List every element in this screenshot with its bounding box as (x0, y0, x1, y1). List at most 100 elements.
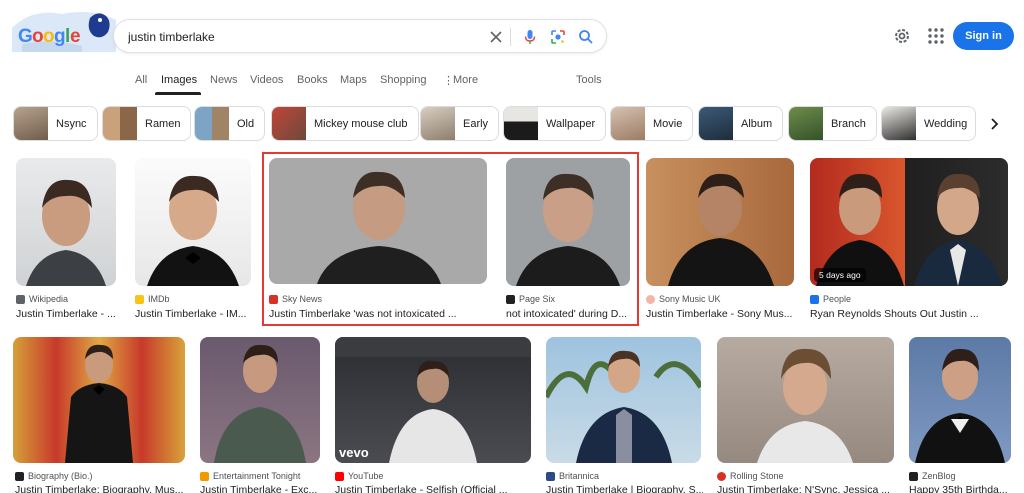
result-source: Wikipedia (16, 294, 68, 304)
chip-wedding[interactable]: Wedding (881, 106, 976, 141)
tab-videos[interactable]: Videos (250, 74, 283, 86)
sign-in-button[interactable]: Sign in (953, 22, 1014, 50)
google-doodle-logo[interactable]: G o o g l e (12, 8, 116, 52)
image-result[interactable]: Britannica Justin Timberlake | Biography… (546, 337, 703, 493)
chip-label: Nsync (56, 117, 87, 130)
result-thumbnail[interactable] (135, 158, 251, 286)
result-title[interactable]: Justin Timberlake - Selfish (Official ..… (335, 484, 531, 493)
tab-shopping[interactable]: Shopping (380, 74, 427, 86)
result-thumbnail[interactable] (717, 337, 894, 463)
result-title[interactable]: Justin Timberlake | Biography, S... (546, 484, 703, 493)
chip-wallpaper[interactable]: Wallpaper (503, 106, 607, 141)
result-source: Biography (Bio.) (15, 471, 93, 481)
biography-favicon-icon (15, 471, 24, 481)
search-input[interactable] (128, 28, 468, 46)
mic-icon[interactable] (519, 26, 541, 48)
chip-thumbnail (699, 107, 733, 140)
chip-movie[interactable]: Movie (610, 106, 694, 141)
result-thumbnail[interactable]: vevo (335, 337, 531, 463)
search-icon[interactable] (575, 26, 597, 48)
header: G o o g l e justin timberlake Sign in (0, 0, 1024, 72)
chip-early[interactable]: Early (420, 106, 500, 141)
result-title[interactable]: Ryan Reynolds Shouts Out Justin ... (810, 308, 1008, 320)
chip-label: Early (463, 117, 489, 130)
result-title[interactable]: Justin Timberlake: N'Sync, Jessica ... (717, 484, 894, 493)
image-result[interactable]: vevo YouTube Justin Timberlake - Selfish… (335, 337, 531, 493)
result-thumbnail[interactable] (546, 337, 701, 463)
tab-images[interactable]: Images (161, 74, 197, 86)
chip-thumbnail (789, 107, 823, 140)
result-thumbnail[interactable]: 5 days ago (810, 158, 1008, 286)
tab-all[interactable]: All (135, 74, 147, 86)
imdb-favicon-icon (135, 294, 144, 304)
zenblog-favicon-icon (909, 471, 918, 481)
tools-button[interactable]: Tools (576, 74, 602, 86)
highlight-box (262, 152, 639, 326)
result-title[interactable]: Justin Timberlake - IM... (135, 308, 251, 320)
image-result[interactable]: Wikipedia Justin Timberlake - ... (16, 158, 116, 323)
wikipedia-favicon-icon (16, 294, 25, 304)
chip-mickey-mouse-club[interactable]: Mickey mouse club (271, 106, 419, 141)
source-label: IMDb (148, 294, 170, 304)
search-box[interactable] (113, 19, 607, 53)
result-source: Rolling Stone (717, 471, 784, 481)
youtube-favicon-icon (335, 471, 344, 481)
chip-ramen[interactable]: Ramen (102, 106, 192, 141)
search-divider (510, 28, 511, 46)
image-result[interactable]: Sony Music UK Justin Timberlake - Sony M… (646, 158, 794, 323)
chip-label: Branch (831, 117, 866, 130)
result-title[interactable]: Justin Timberlake - Sony Mus... (646, 308, 796, 320)
chip-album[interactable]: Album (698, 106, 784, 141)
active-tab-indicator (155, 92, 201, 95)
tab-books[interactable]: Books (297, 74, 328, 86)
result-title[interactable]: Justin Timberlake: Biography, Mus... (15, 484, 187, 493)
image-result[interactable]: IMDb Justin Timberlake - IM... (135, 158, 251, 323)
image-result[interactable]: Rolling Stone Justin Timberlake: N'Sync,… (717, 337, 894, 493)
result-thumbnail[interactable] (13, 337, 185, 463)
chip-old[interactable]: Old (194, 106, 266, 141)
source-label: Entertainment Tonight (213, 471, 301, 481)
lens-icon[interactable] (547, 26, 569, 48)
result-source: Entertainment Tonight (200, 471, 300, 481)
chip-nsync[interactable]: Nsync (13, 106, 98, 141)
recency-badge: 5 days ago (814, 268, 866, 282)
clear-icon[interactable] (485, 26, 507, 48)
result-thumbnail[interactable] (646, 158, 794, 286)
chevron-right-icon[interactable] (985, 115, 1003, 133)
source-label: Britannica (559, 471, 600, 481)
apps-icon[interactable] (925, 25, 947, 47)
chip-label: Old (237, 117, 255, 130)
result-source: People (810, 294, 851, 304)
result-thumbnail[interactable] (16, 158, 116, 286)
chip-label: Wallpaper (546, 117, 596, 130)
chip-thumbnail (504, 107, 538, 140)
chip-branch[interactable]: Branch (788, 106, 877, 141)
tab-more[interactable]: More (453, 74, 478, 86)
result-title[interactable]: Justin Timberlake - Exc... (200, 484, 320, 493)
search-nav-tabs: All Images News Videos Books Maps Shoppi… (0, 70, 1024, 96)
image-result[interactable]: Entertainment Tonight Justin Timberlake … (200, 337, 320, 493)
result-title[interactable]: Happy 35th Birthda... (909, 484, 1013, 493)
tab-news[interactable]: News (210, 74, 238, 86)
result-source: YouTube (335, 471, 383, 481)
gear-icon[interactable] (891, 25, 913, 47)
svg-text:e: e (70, 26, 81, 47)
result-thumbnail[interactable] (909, 337, 1011, 463)
image-result[interactable]: Biography (Bio.) Justin Timberlake: Biog… (13, 337, 185, 493)
result-title[interactable]: Justin Timberlake - ... (16, 308, 126, 320)
chip-thumbnail (421, 107, 455, 140)
image-result[interactable]: 5 days ago People Ryan Reynolds Shouts O… (810, 158, 1008, 323)
result-thumbnail[interactable] (200, 337, 320, 463)
source-label: YouTube (348, 471, 384, 481)
sony-music-favicon-icon (646, 294, 655, 304)
tab-maps[interactable]: Maps (340, 74, 367, 86)
source-label: Wikipedia (29, 294, 69, 304)
svg-text:G: G (18, 26, 33, 47)
britannica-favicon-icon (546, 471, 555, 481)
svg-text:o: o (43, 26, 55, 47)
image-result[interactable]: ZenBlog Happy 35th Birthda... (909, 337, 1011, 493)
rolling-stone-favicon-icon (717, 471, 726, 481)
chip-thumbnail (103, 107, 137, 140)
related-search-chips: Nsync Ramen Old Mickey mouse club Early … (0, 106, 1024, 142)
people-favicon-icon (810, 294, 819, 304)
